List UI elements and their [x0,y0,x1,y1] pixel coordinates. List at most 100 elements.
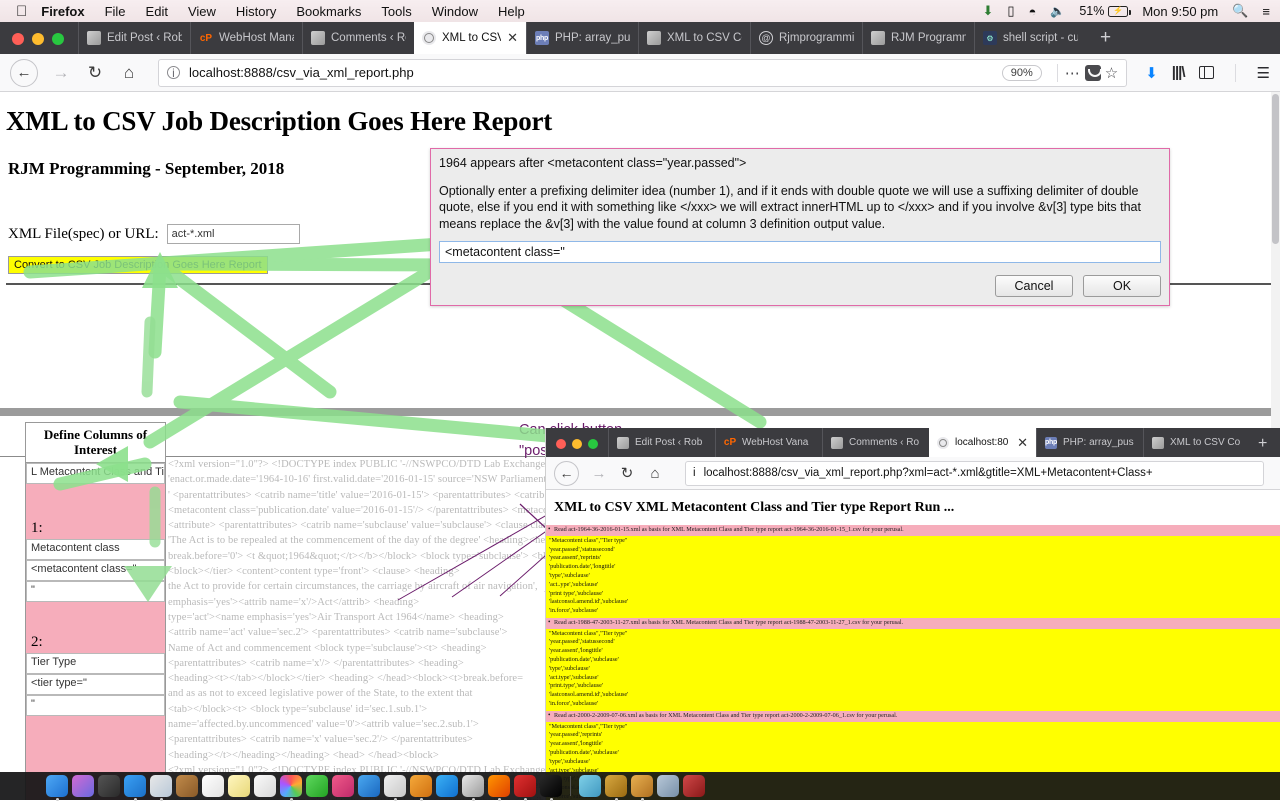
appstore-icon[interactable] [358,775,380,797]
browser-tab-8[interactable]: ⚙ shell script - cu [974,22,1086,54]
notes-icon[interactable] [228,775,250,797]
spotlight-search-icon[interactable]: 🔍 [1232,3,1248,19]
close-tab-button[interactable]: ✕ [507,30,518,46]
apple-icon[interactable]:  [16,4,27,19]
nested-tab-4[interactable]: php PHP: array_pus [1036,428,1143,457]
close-window-button[interactable] [12,33,24,45]
menu-help[interactable]: Help [498,4,525,19]
nested-minimize-window-button[interactable] [572,439,582,449]
forward-arrow-icon[interactable]: → [585,460,613,486]
address-bar[interactable]: i localhost:8888/csv_via_xml_report.php … [158,58,1128,87]
calendar-icon[interactable] [202,775,224,797]
scanner-icon[interactable] [631,775,653,801]
nested-close-window-button[interactable] [556,439,566,449]
xml-file-input[interactable] [166,224,300,244]
nested-tab-2[interactable]: Comments ‹ Ro [822,428,929,457]
hamburger-menu-icon[interactable]: ☰ [1257,64,1270,82]
menu-file[interactable]: File [105,4,126,19]
browser-tab-7[interactable]: RJM Programm [862,22,974,54]
report-title-cell[interactable]: L Metacontent Class and Ti [26,462,165,484]
terminal-icon[interactable] [540,775,562,801]
bookmark-star-icon[interactable]: ☆ [1105,64,1118,82]
finder-icon[interactable] [46,775,68,801]
maximize-window-button[interactable] [52,33,64,45]
convert-submit-button[interactable]: Convert to CSV Job Description Goes Here… [8,256,268,274]
menu-clock[interactable]: Mon 9:50 pm [1142,4,1218,19]
nested-new-tab-button[interactable]: + [1250,435,1275,457]
nested-tab-5[interactable]: XML to CSV Co [1143,428,1250,457]
new-tab-button[interactable]: + [1086,27,1125,54]
home-icon[interactable]: ⌂ [112,58,146,88]
back-arrow-icon[interactable]: ← [554,460,579,486]
photos-icon[interactable] [280,775,302,801]
nested-tab-3-active[interactable]: localhost:80 ✕ [929,428,1036,457]
back-arrow-icon[interactable]: ← [10,58,38,87]
filezilla-icon[interactable] [514,775,536,801]
page-info-icon[interactable]: i [693,467,696,479]
browser-tab-3-active[interactable]: XML to CSV ✕ [414,22,526,54]
dropbox-icon[interactable]: ⬇ [982,3,993,19]
prompt-text-input[interactable] [439,240,1161,263]
launchpad-icon[interactable] [98,775,120,797]
menu-view[interactable]: View [188,4,216,19]
volume-icon[interactable]: 🔈 [1050,4,1065,18]
archive-icon[interactable] [683,775,705,797]
page-info-icon[interactable]: i [167,66,180,79]
trash-icon[interactable] [579,775,601,797]
column-1-prefix-input[interactable]: <metacontent class=" [26,559,165,581]
safari-icon[interactable] [124,775,146,801]
page-actions-ellipsis-icon[interactable]: ⋯ [1065,64,1081,82]
column-1-name-input[interactable]: Metacontent class [26,538,165,560]
browser-tab-2[interactable]: Comments ‹ Ro [302,22,414,54]
browser-tab-4[interactable]: php PHP: array_pus [526,22,638,54]
battery-status[interactable]: 51% ⚡ [1079,4,1131,18]
nested-tab-0[interactable]: Edit Post ‹ Rob [608,428,715,457]
nested-maximize-window-button[interactable] [588,439,598,449]
column-2-prefix-input[interactable]: <tier type=" [26,673,165,695]
chrome-icon[interactable] [462,775,484,801]
automator-icon[interactable] [605,775,627,801]
home-icon[interactable]: ⌂ [641,460,669,486]
browser-tab-5[interactable]: XML to CSV Co [638,22,750,54]
menu-tools[interactable]: Tools [381,4,411,19]
column-1-suffix-input[interactable]: " [26,580,165,602]
contacts-icon[interactable] [176,775,198,797]
column-2-suffix-input[interactable]: " [26,694,165,716]
notification-center-icon[interactable]: ≡ [1262,4,1270,19]
cancel-button[interactable]: Cancel [995,275,1073,297]
forward-arrow-icon[interactable]: → [44,58,78,88]
nested-address-bar[interactable]: i localhost:8888/csv_via_xml_report.php?… [685,460,1264,486]
preview-icon[interactable] [384,775,406,801]
menu-bookmarks[interactable]: Bookmarks [296,4,361,19]
mail-icon[interactable] [150,775,172,801]
messages-icon[interactable] [306,775,328,797]
wifi-icon[interactable]: ◓ [1029,4,1037,19]
siri-icon[interactable] [72,775,94,797]
menu-history[interactable]: History [236,4,276,19]
reload-icon[interactable]: ↻ [613,460,641,486]
browser-tab-6[interactable]: @ Rjmprogrammi [750,22,862,54]
downloads-icon[interactable]: ⬇ [1145,64,1158,82]
nested-close-tab-button[interactable]: ✕ [1017,435,1028,451]
printer-icon[interactable] [657,775,679,797]
nested-tab-1[interactable]: cP WebHost Vana [715,428,822,457]
browser-tab-0[interactable]: Edit Post ‹ Rob [78,22,190,54]
menu-app-firefox[interactable]: Firefox [41,4,84,19]
airplay-icon[interactable]: ▯ [1007,3,1014,19]
reload-icon[interactable]: ↻ [78,58,112,88]
menu-edit[interactable]: Edit [146,4,168,19]
browser-tab-1[interactable]: cP WebHost Mana [190,22,302,54]
pocket-icon[interactable] [1084,64,1102,81]
minimize-window-button[interactable] [32,33,44,45]
menu-window[interactable]: Window [432,4,478,19]
ok-button[interactable]: OK [1083,275,1161,297]
zoom-level-badge[interactable]: 90% [1001,64,1042,81]
ibooks-icon[interactable] [410,775,432,801]
appstore2-icon[interactable] [436,775,458,797]
firefox-icon[interactable] [488,775,510,801]
column-2-name-input[interactable]: Tier Type [26,652,165,674]
library-icon[interactable]: |||\ [1172,64,1186,81]
sidebar-icon[interactable] [1198,66,1214,79]
reminders-icon[interactable] [254,775,276,797]
itunes-icon[interactable] [332,775,354,797]
